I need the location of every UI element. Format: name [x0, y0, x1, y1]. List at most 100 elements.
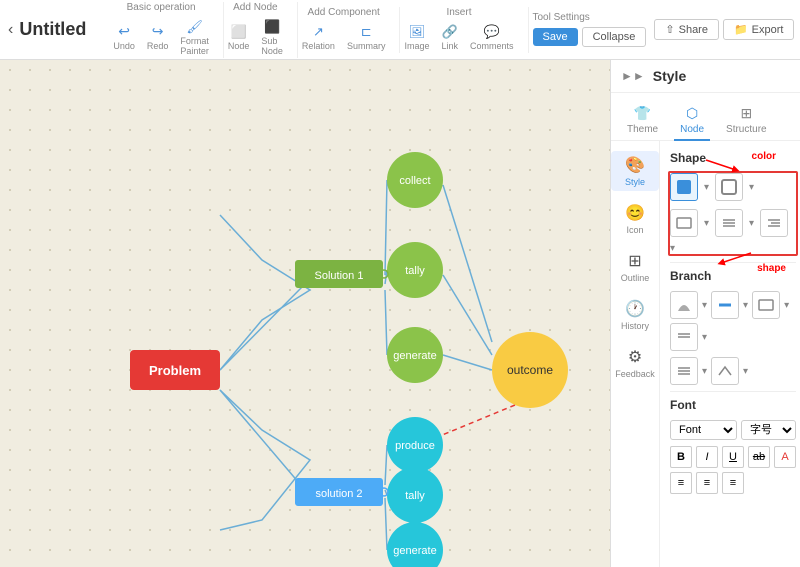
sidebar-item-icon[interactable]: 😊 Icon — [611, 199, 659, 239]
panel-collapse-button[interactable]: ►► — [621, 69, 645, 83]
tab-node[interactable]: ⬡ Node — [674, 101, 710, 141]
rect-dropdown-arrow[interactable]: ▾ — [704, 218, 709, 229]
style-icon: 🎨 — [625, 155, 645, 175]
relation-button[interactable]: ↗ Relation — [298, 22, 339, 53]
link-button[interactable]: 🔗 Link — [437, 22, 462, 53]
font-family-select[interactable]: Font — [670, 420, 737, 440]
share-export-group: ⇧ Share 📁 Export — [654, 19, 794, 40]
format-painter-icon: 🖌 — [186, 19, 203, 35]
italic-button[interactable]: I — [696, 446, 718, 468]
undo-button[interactable]: ↩ Undo — [109, 21, 139, 53]
share-button[interactable]: ⇧ Share — [654, 19, 719, 40]
align-right-button[interactable]: ≡ — [722, 472, 744, 494]
branch-fill-button[interactable] — [670, 291, 698, 319]
svg-text:Problem: Problem — [149, 363, 201, 378]
sub-node-button[interactable]: ⬛ Sub Node — [257, 17, 287, 58]
font-section-title: Font — [670, 398, 796, 412]
fill-icon — [676, 179, 692, 195]
emoji-icon: 😊 — [625, 203, 645, 223]
export-button[interactable]: 📁 Export — [723, 19, 795, 40]
collapse-button[interactable]: Collapse — [582, 27, 647, 47]
save-button[interactable]: Save — [533, 28, 578, 46]
branch-color-button[interactable] — [711, 291, 739, 319]
right-panel: ►► Style 👕 Theme ⬡ Node ⊞ Structure � — [610, 60, 800, 567]
font-section: Font Font 字号 B I U ab A — [670, 398, 796, 494]
line-align-dropdown-arrow[interactable]: ▾ — [749, 218, 754, 229]
border-dropdown-arrow[interactable]: ▾ — [749, 182, 754, 193]
branch-rect-button[interactable] — [752, 291, 780, 319]
sidebar-item-style[interactable]: 🎨 Style — [611, 151, 659, 191]
svg-text:produce: produce — [395, 440, 435, 452]
add-node-label: Add Node — [233, 2, 277, 13]
branch-more1-arrow[interactable]: ▾ — [702, 366, 707, 377]
toolbar-add-node: Add Node ⬜ Node ⬛ Sub Node — [224, 2, 298, 58]
header: ‹ Untitled Basic operation ↩ Undo ↪ Redo… — [0, 0, 800, 60]
text-align-row: ≡ ≡ ≡ — [670, 472, 796, 494]
image-label: Image — [404, 41, 429, 51]
format-painter-button[interactable]: 🖌 Format Painter — [176, 17, 213, 58]
indent-dropdown-arrow[interactable]: ▾ — [670, 243, 675, 254]
canvas[interactable]: Problem Solution 1 solution 2 collect ta… — [0, 60, 610, 567]
branch-lines-arrow[interactable]: ▾ — [702, 332, 707, 343]
node-button[interactable]: ⬜ Node — [224, 22, 254, 53]
tab-structure[interactable]: ⊞ Structure — [720, 101, 773, 141]
svg-text:collect: collect — [399, 175, 430, 187]
fill-dropdown-arrow[interactable]: ▾ — [704, 182, 709, 193]
branch-fill-arrow[interactable]: ▾ — [702, 300, 707, 311]
panel-inner: 🎨 Style 😊 Icon ⊞ Outline 🕐 History ⚙ — [611, 141, 800, 567]
redo-button[interactable]: ↪ Redo — [143, 21, 173, 53]
comments-button[interactable]: 💬 Comments — [466, 22, 518, 53]
tab-theme[interactable]: 👕 Theme — [621, 101, 664, 141]
insert-label: Insert — [446, 7, 471, 18]
branch-lines-button[interactable] — [670, 323, 698, 351]
font-color-button[interactable]: A — [774, 446, 796, 468]
sidebar-item-feedback[interactable]: ⚙ Feedback — [611, 343, 659, 383]
format-painter-label: Format Painter — [180, 36, 209, 56]
svg-text:outcome: outcome — [507, 363, 553, 377]
font-size-select[interactable]: 字号 — [741, 420, 796, 440]
shape-fill-button[interactable] — [670, 173, 698, 201]
bold-button[interactable]: B — [670, 446, 692, 468]
strikethrough-button[interactable]: ab — [748, 446, 770, 468]
divider-2 — [670, 391, 796, 392]
link-icon: 🔗 — [442, 24, 458, 40]
line-align-button[interactable] — [715, 209, 743, 237]
svg-text:solution 2: solution 2 — [315, 488, 362, 500]
branch-more2-button[interactable] — [711, 357, 739, 385]
indent-icon — [766, 217, 782, 229]
branch-more2-arrow[interactable]: ▾ — [743, 366, 748, 377]
svg-text:generate: generate — [393, 545, 436, 557]
sidebar-item-history[interactable]: 🕐 History — [611, 295, 659, 335]
image-button[interactable]: 🖼 Image — [400, 22, 433, 53]
summary-icon: ⊏ — [361, 24, 372, 40]
svg-text:tally: tally — [405, 490, 425, 502]
relation-icon: ↗ — [313, 24, 324, 40]
image-icon: 🖼 — [409, 24, 426, 40]
summary-button[interactable]: ⊏ Summary — [343, 22, 390, 53]
node-tab-icon: ⬡ — [686, 105, 698, 122]
rect-shape-button[interactable] — [670, 209, 698, 237]
panel-top-tabs: 👕 Theme ⬡ Node ⊞ Structure — [611, 93, 800, 141]
border-icon — [721, 179, 737, 195]
shape-controls-wrapper: color shape — [670, 173, 796, 254]
panel-style-content: Shape color — [660, 141, 800, 567]
sidebar-item-outline[interactable]: ⊞ Outline — [611, 247, 659, 287]
back-button[interactable]: ‹ — [8, 18, 13, 42]
sub-node-icon: ⬛ — [264, 19, 280, 35]
branch-color-arrow[interactable]: ▾ — [743, 300, 748, 311]
indent-button[interactable] — [760, 209, 788, 237]
align-center-button[interactable]: ≡ — [696, 472, 718, 494]
shape-border-button[interactable] — [715, 173, 743, 201]
branch-more1-button[interactable] — [670, 357, 698, 385]
node-label: Node — [228, 41, 250, 51]
branch-rect-icon — [758, 299, 774, 311]
branch-more2-icon — [717, 365, 733, 377]
svg-text:tally: tally — [405, 265, 425, 277]
branch-lines-icon — [676, 331, 692, 343]
align-left-button[interactable]: ≡ — [670, 472, 692, 494]
branch-section: Branch ▾ ▾ ▾ — [670, 269, 796, 385]
color-annotation: color — [752, 151, 776, 162]
underline-button[interactable]: U — [722, 446, 744, 468]
branch-rect-arrow[interactable]: ▾ — [784, 300, 789, 311]
branch-more1-icon — [676, 365, 692, 377]
